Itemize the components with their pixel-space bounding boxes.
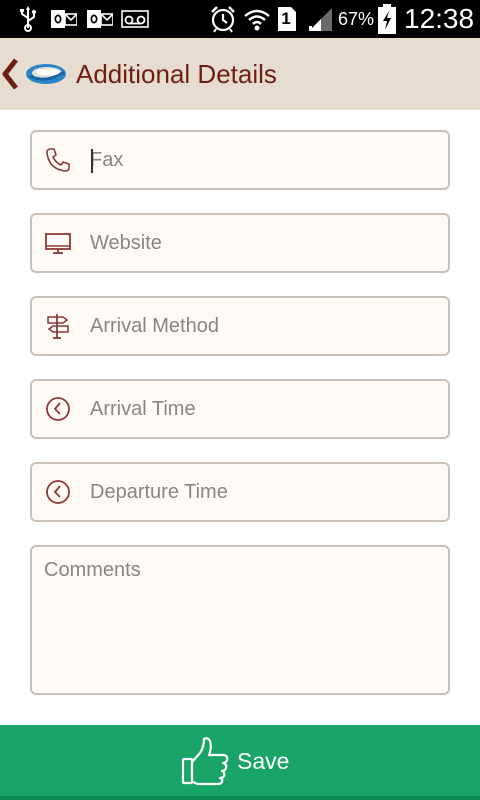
clock: 12:38 <box>404 3 475 34</box>
signal-icon <box>306 0 334 38</box>
website-field[interactable] <box>30 213 450 273</box>
departure-time-field[interactable] <box>30 462 450 522</box>
save-button[interactable]: Save <box>0 725 480 800</box>
status-bar: 1 67% 12:38 <box>0 0 480 38</box>
usb-icon <box>14 0 42 38</box>
comments-field[interactable] <box>30 545 450 695</box>
outlook-icon <box>50 0 78 38</box>
clock-icon <box>44 478 72 506</box>
page-title: Additional Details <box>76 59 277 89</box>
arrival-method-field[interactable] <box>30 296 450 356</box>
arrival-time-input[interactable] <box>90 381 430 437</box>
text-cursor <box>91 149 93 173</box>
arrival-time-field[interactable] <box>30 379 450 439</box>
comments-textarea[interactable] <box>44 559 434 679</box>
wifi-icon <box>242 0 272 38</box>
outlook-icon <box>86 0 114 38</box>
sim-slot-number: 1 <box>281 9 291 28</box>
arrival-method-input[interactable] <box>90 298 430 354</box>
thumbs-up-icon <box>180 735 230 787</box>
departure-time-input[interactable] <box>90 464 430 520</box>
app-header: Additional Details <box>0 38 480 110</box>
app-logo-icon <box>24 58 68 90</box>
fax-input[interactable] <box>90 132 430 188</box>
website-input[interactable] <box>90 215 430 271</box>
phone-icon <box>44 146 72 174</box>
monitor-icon <box>44 229 72 257</box>
back-button[interactable] <box>0 54 20 94</box>
save-label: Save <box>237 748 290 774</box>
signpost-icon <box>44 312 72 340</box>
fax-field[interactable] <box>30 130 450 190</box>
voicemail-icon <box>120 0 150 38</box>
alarm-icon <box>208 0 238 38</box>
battery-charging-icon <box>376 0 398 38</box>
clock-icon <box>44 395 72 423</box>
battery-percent: 67% <box>338 9 375 29</box>
